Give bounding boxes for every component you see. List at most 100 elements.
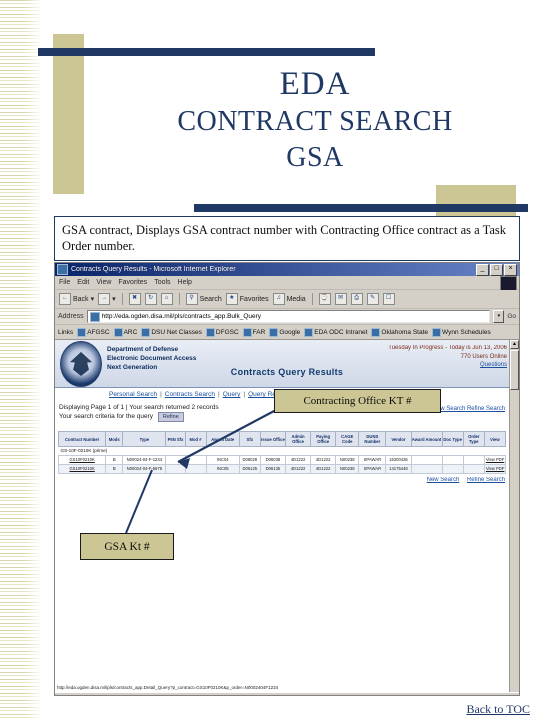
menu-item-tools[interactable]: Tools bbox=[154, 279, 170, 286]
refresh-icon[interactable]: ↻ bbox=[144, 293, 157, 305]
th-order-type[interactable]: Order Type bbox=[462, 431, 485, 447]
toolbar-back-button[interactable]: ← Back ▾ bbox=[59, 293, 94, 305]
menu-item-favorites[interactable]: Favorites bbox=[118, 279, 147, 286]
refine-search-link-bottom[interactable]: Refine Search bbox=[467, 477, 505, 483]
decorative-khaki-vertical-bar bbox=[53, 34, 84, 194]
ie-window-icon bbox=[57, 264, 68, 275]
results-footer-links[interactable]: New Search Refine Search bbox=[55, 474, 519, 483]
search-icon: ⚲ bbox=[185, 293, 198, 305]
link-item-0[interactable]: AFGSC bbox=[77, 327, 110, 337]
browser-links-bar[interactable]: Links AFGSC ARC DSU Net Classes DFGSC FA… bbox=[55, 325, 519, 340]
stop-icon[interactable]: ✖ bbox=[128, 293, 141, 305]
th-piin-sfx[interactable]: PIIN Sfx bbox=[165, 431, 186, 447]
history-icon[interactable]: ⌚ bbox=[318, 293, 331, 305]
th-admin-office[interactable]: Admin Office bbox=[284, 431, 312, 447]
cell-type: N00024-04-F-1234 bbox=[122, 455, 167, 465]
th-cage-code[interactable]: CAGE Code bbox=[335, 431, 360, 447]
cell-type: N00024-04-F-5678 bbox=[122, 464, 167, 474]
contracts-results-table: Contract Number Mods Type PIIN Sfx Mod #… bbox=[57, 431, 507, 474]
menu-item-edit[interactable]: Edit bbox=[77, 279, 89, 286]
cell-view-link[interactable]: View PDF bbox=[483, 464, 507, 474]
cell-contract-number[interactable]: GS10F0210K bbox=[57, 455, 107, 465]
th-issue-office[interactable]: Issue Office bbox=[259, 431, 286, 447]
cell-admin-office: 4D1222 bbox=[284, 464, 312, 474]
th-contract-number[interactable]: Contract Number bbox=[57, 431, 107, 447]
th-award-amount[interactable]: Award Amount bbox=[410, 431, 443, 447]
cell-duns-number: SPAWAR bbox=[358, 455, 387, 465]
link-item-2[interactable]: DSU Net Classes bbox=[141, 327, 202, 337]
th-mods[interactable]: Mods bbox=[105, 431, 124, 447]
toolbar-media-button[interactable]: ♫ Media bbox=[272, 293, 306, 305]
link-item-4[interactable]: FAR bbox=[242, 327, 265, 337]
th-sfx[interactable]: Sfx bbox=[238, 431, 261, 447]
cell-duns-number: SPAWAR bbox=[358, 464, 387, 474]
link-item-6[interactable]: EDA ODC Intranet bbox=[304, 327, 367, 337]
th-vendor[interactable]: Vendor bbox=[385, 431, 412, 447]
th-paying-office[interactable]: Paying Office bbox=[310, 431, 337, 447]
table-row[interactable]: GS10F0210K B N00024-04-F-5678 INC05 D061… bbox=[57, 464, 507, 474]
minimize-button[interactable]: _ bbox=[476, 263, 489, 276]
th-type[interactable]: Type bbox=[122, 431, 167, 447]
browser-toolbar[interactable]: ← Back ▾ → ▾ ✖ ↻ ⌂ ⚲ Search ★ Favorites … bbox=[55, 290, 519, 309]
link-item-1[interactable]: ARC bbox=[113, 327, 137, 337]
results-top-links[interactable]: New Search Refine Search bbox=[433, 405, 505, 414]
link-item-3[interactable]: DFGSC bbox=[205, 327, 239, 337]
menu-item-view[interactable]: View bbox=[96, 279, 111, 286]
link-favicon-icon bbox=[269, 327, 279, 337]
cell-vendor: 15300436 bbox=[385, 455, 412, 465]
toolbar-favorites-button[interactable]: ★ Favorites bbox=[225, 293, 269, 305]
menu-item-file[interactable]: File bbox=[59, 279, 70, 286]
th-award-date[interactable]: Award Date bbox=[205, 431, 240, 447]
refine-search-link-top[interactable]: Refine Search bbox=[467, 406, 505, 412]
link-item-7[interactable]: Oklahoma State bbox=[371, 327, 428, 337]
mail-icon[interactable]: ✉ bbox=[334, 293, 347, 305]
address-dropdown-icon[interactable]: ▾ bbox=[493, 310, 505, 323]
browser-menu-bar[interactable]: File Edit View Favorites Tools Help bbox=[55, 276, 519, 291]
maximize-button[interactable]: □ bbox=[490, 263, 503, 276]
window-controls[interactable]: _ □ × bbox=[476, 263, 517, 276]
group-label: GS-10F-0210K (prime) bbox=[58, 446, 506, 456]
th-mod-num[interactable]: Mod # bbox=[184, 431, 207, 447]
scroll-up-button[interactable]: ▲ bbox=[510, 340, 519, 349]
page-scrollbar[interactable]: ▲ bbox=[509, 340, 519, 692]
new-search-link-bottom[interactable]: New Search bbox=[427, 477, 460, 483]
table-row[interactable]: GS10F0210K B N00024-04-F-1234 INC04 D060… bbox=[57, 455, 507, 465]
back-dropdown-icon[interactable]: ▾ bbox=[91, 295, 95, 303]
home-icon[interactable]: ⌂ bbox=[160, 293, 173, 305]
link-item-8[interactable]: Wynn Schedules bbox=[432, 327, 491, 337]
discuss-icon[interactable]: ☐ bbox=[382, 293, 395, 305]
browser-address-bar[interactable]: Address http://eda.ogden.disa.mil/pls/co… bbox=[55, 309, 519, 325]
menu-item-help[interactable]: Help bbox=[178, 279, 192, 286]
eda-header-meta: Tuesday In Progress - Today is Jun 13, 2… bbox=[388, 344, 507, 370]
back-to-toc-link[interactable]: Back to TOC bbox=[466, 702, 530, 717]
print-icon[interactable]: ⎙ bbox=[350, 293, 363, 305]
toolbar-separator-2 bbox=[178, 293, 180, 305]
link-favicon-icon bbox=[205, 327, 215, 337]
refine-button[interactable]: Refine bbox=[157, 412, 184, 422]
cell-view-link[interactable]: View PDF bbox=[483, 455, 507, 465]
toolbar-search-button[interactable]: ⚲ Search bbox=[185, 293, 222, 305]
close-button[interactable]: × bbox=[504, 263, 517, 276]
media-icon: ♫ bbox=[272, 293, 285, 305]
title-line-1: EDA bbox=[279, 66, 351, 102]
link-item-5[interactable]: Google bbox=[269, 327, 300, 337]
edit-icon[interactable]: ✎ bbox=[366, 293, 379, 305]
forward-dropdown-icon[interactable]: ▾ bbox=[112, 295, 116, 303]
scroll-thumb[interactable] bbox=[510, 350, 519, 390]
breadcrumb-item-0[interactable]: Personal Search bbox=[109, 391, 157, 398]
th-doc-type[interactable]: Doc Type bbox=[441, 431, 464, 447]
link-favicon-icon bbox=[141, 327, 151, 337]
th-duns-number[interactable]: DUNS Number bbox=[358, 431, 387, 447]
forward-arrow-icon: → bbox=[98, 293, 111, 305]
questions-link[interactable]: Questions bbox=[388, 361, 507, 370]
address-input[interactable]: http://eda.ogden.disa.mil/pls/contracts_… bbox=[86, 310, 491, 323]
go-button[interactable]: Go bbox=[507, 313, 516, 320]
browser-window-screenshot: Contracts Query Results - Microsoft Inte… bbox=[54, 262, 520, 696]
security-zone[interactable]: Internet bbox=[483, 694, 516, 695]
cell-contract-number[interactable]: GS10F0210K bbox=[57, 464, 107, 474]
breadcrumb-item-2[interactable]: Query bbox=[223, 391, 241, 398]
links-label: Links bbox=[58, 328, 74, 336]
breadcrumb-item-1[interactable]: Contracts Search bbox=[165, 391, 215, 398]
th-view[interactable]: View bbox=[483, 431, 507, 447]
toolbar-forward-button[interactable]: → ▾ bbox=[98, 293, 116, 305]
